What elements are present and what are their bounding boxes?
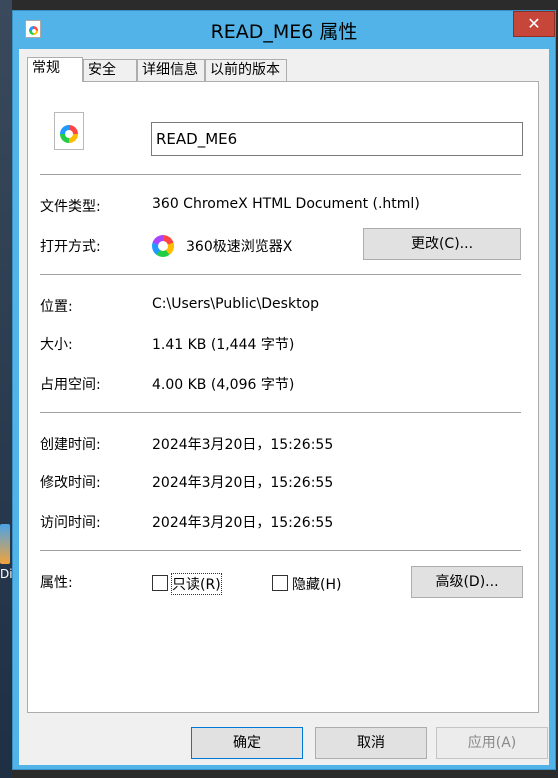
file-type-value: 360 ChromeX HTML Document (.html) xyxy=(152,196,420,212)
tab-previous-versions[interactable]: 以前的版本 xyxy=(205,59,287,81)
accessed-label: 访问时间: xyxy=(40,515,101,531)
browser-app-icon xyxy=(152,235,174,257)
attributes-label: 属性: xyxy=(40,575,73,591)
desktop-shortcut-icon[interactable] xyxy=(0,524,10,564)
desktop-background xyxy=(0,0,12,778)
readonly-checkbox[interactable] xyxy=(152,575,168,591)
tab-details[interactable]: 详细信息 xyxy=(137,59,205,81)
separator xyxy=(40,550,521,551)
file-type-label: 文件类型: xyxy=(40,199,101,215)
advanced-button[interactable]: 高级(D)... xyxy=(411,566,523,598)
location-value: C:\Users\Public\Desktop xyxy=(152,296,320,312)
separator xyxy=(40,412,521,413)
change-button[interactable]: 更改(C)... xyxy=(363,228,521,260)
open-with-label: 打开方式: xyxy=(40,239,101,255)
open-with-value: 360极速浏览器X xyxy=(186,239,293,255)
ok-button[interactable]: 确定 xyxy=(191,727,303,759)
dialog-body: 常规 安全 详细信息 以前的版本 文件类型: 360 ChromeX HTML … xyxy=(19,49,549,765)
properties-dialog: READ_ME6 属性 ✕ 常规 安全 详细信息 以前的版本 文件类型: 360… xyxy=(12,10,556,770)
accessed-value: 2024年3月20日，15:26:55 xyxy=(152,515,334,531)
size-on-disk-value: 4.00 KB (4,096 字节) xyxy=(152,377,295,393)
title-bar[interactable]: READ_ME6 属性 ✕ xyxy=(13,11,555,49)
general-tab-page: 文件类型: 360 ChromeX HTML Document (.html) … xyxy=(27,81,539,713)
window-title: READ_ME6 属性 xyxy=(210,21,358,43)
apply-button[interactable]: 应用(A) xyxy=(436,727,548,759)
close-button[interactable]: ✕ xyxy=(513,11,555,37)
size-label: 大小: xyxy=(40,337,73,353)
desktop-shortcut-label: Di xyxy=(0,567,13,581)
separator xyxy=(40,174,521,175)
modified-label: 修改时间: xyxy=(40,475,101,491)
separator xyxy=(40,274,521,275)
created-value: 2024年3月20日，15:26:55 xyxy=(152,437,334,453)
cancel-button[interactable]: 取消 xyxy=(315,727,427,759)
html-file-icon xyxy=(54,112,84,150)
modified-value: 2024年3月20日，15:26:55 xyxy=(152,475,334,491)
hidden-checkbox[interactable] xyxy=(272,575,288,591)
size-on-disk-label: 占用空间: xyxy=(40,377,101,393)
location-label: 位置: xyxy=(40,299,73,315)
tab-security[interactable]: 安全 xyxy=(83,59,137,81)
size-value: 1.41 KB (1,444 字节) xyxy=(152,337,295,353)
readonly-label[interactable]: 只读(R) xyxy=(171,573,222,595)
created-label: 创建时间: xyxy=(40,437,101,453)
file-name-input[interactable] xyxy=(151,122,523,156)
tab-general[interactable]: 常规 xyxy=(27,57,83,82)
hidden-label[interactable]: 隐藏(H) xyxy=(292,574,341,594)
